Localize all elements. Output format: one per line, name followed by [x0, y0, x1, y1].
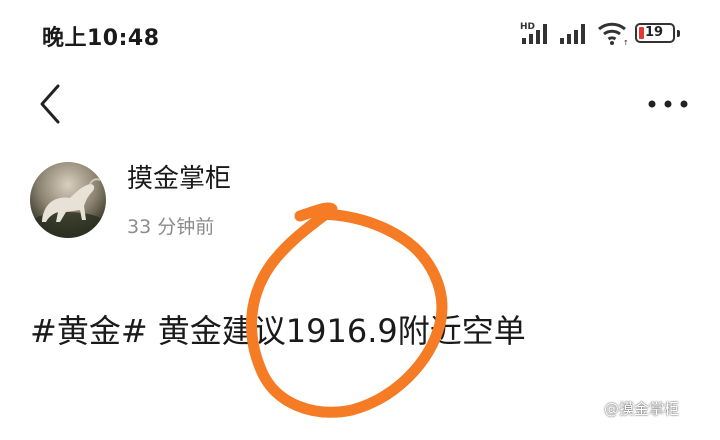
- wifi-icon: ↑↓: [598, 22, 630, 46]
- more-dots-icon: [648, 100, 688, 108]
- watermark: @摸金掌柜: [604, 400, 680, 418]
- chevron-left-icon: [40, 84, 60, 124]
- author-name[interactable]: 摸金掌柜: [127, 158, 231, 195]
- post-content: #黄金# 黄金建议1916.9附近空单: [30, 312, 526, 350]
- avatar[interactable]: [30, 162, 106, 238]
- signal-icon: [560, 24, 585, 44]
- status-time: 晚上10:48: [42, 26, 160, 51]
- svg-text:↑↓: ↑↓: [623, 39, 630, 46]
- horse-avatar-image: [30, 178, 106, 238]
- hd-signal-icon: HD: [520, 22, 547, 44]
- status-bar: 晚上10:48 HD ↑↓ 19: [0, 0, 720, 70]
- battery-level: 19: [645, 25, 664, 40]
- nav-bar: [0, 78, 720, 134]
- network-label: HD: [520, 22, 535, 32]
- battery-cap: [677, 30, 680, 37]
- battery-fill: [639, 27, 644, 39]
- more-button[interactable]: [642, 92, 694, 116]
- post-time: 33 分钟前: [127, 216, 215, 238]
- back-button[interactable]: [30, 78, 74, 130]
- battery-icon: 19: [635, 23, 675, 43]
